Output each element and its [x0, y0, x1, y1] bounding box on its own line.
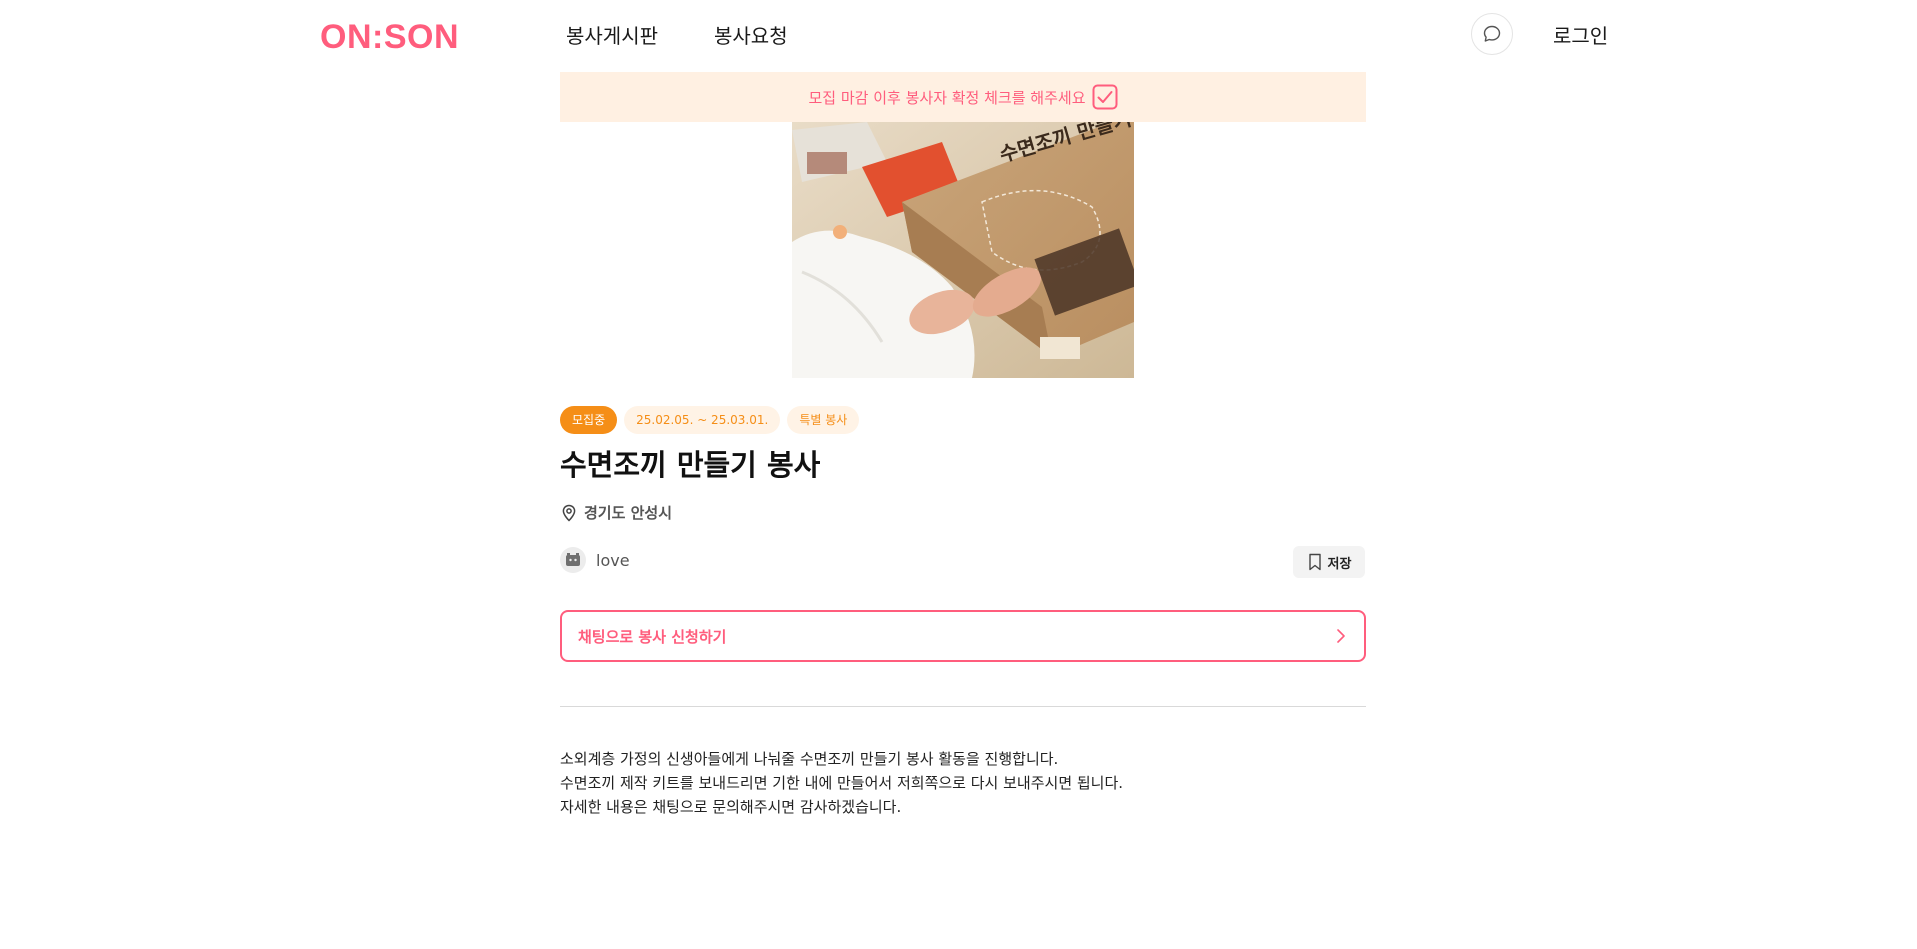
save-button[interactable]: 저장: [1293, 546, 1365, 578]
save-label: 저장: [1327, 555, 1352, 571]
apply-label: 채팅으로 봉사 신청하기: [578, 627, 727, 646]
site-header: ON:SON 봉사게시판 봉사요청 로그인: [0, 0, 1917, 72]
checkbox-check-icon[interactable]: [1092, 84, 1118, 110]
login-link[interactable]: 로그인: [1553, 22, 1608, 50]
location-text: 경기도 안성시: [584, 504, 673, 522]
content-divider: [560, 706, 1366, 707]
status-badge: 모집중: [560, 406, 618, 434]
main-nav: 봉사게시판 봉사요청: [566, 22, 788, 50]
notice-banner: 모집 마감 이후 봉사자 확정 체크를 해주세요: [560, 72, 1366, 122]
description-line: 자세한 내용은 채팅으로 문의해주시면 감사하겠습니다.: [560, 798, 902, 816]
chevron-right-icon: [1337, 629, 1345, 643]
post-badges: 모집중 25.02.05. ~ 25.03.01. 특별 봉사: [560, 406, 860, 434]
post-image: 수면조끼 만들기: [792, 122, 1134, 378]
post-author[interactable]: love: [560, 547, 630, 573]
post-title: 수면조끼 만들기 봉사: [560, 448, 821, 482]
user-avatar-icon: [566, 553, 580, 566]
location-pin-icon: [562, 504, 576, 522]
volunteer-photo: 수면조끼 만들기: [792, 122, 1134, 378]
apply-via-chat-button[interactable]: 채팅으로 봉사 신청하기: [560, 610, 1366, 662]
description-line: 수면조끼 제작 키트를 보내드리면 기한 내에 만들어서 저희쪽으로 다시 보내…: [560, 774, 1124, 792]
bookmark-icon: [1308, 553, 1321, 571]
chat-bubble-icon: [1483, 25, 1501, 42]
nav-volunteer-request[interactable]: 봉사요청: [714, 22, 788, 50]
notice-text: 모집 마감 이후 봉사자 확정 체크를 해주세요: [808, 88, 1086, 107]
chat-button[interactable]: [1471, 13, 1513, 55]
post-description: 소외계층 가정의 신생아들에게 나눠줄 수면조끼 만들기 봉사 활동을 진행합니…: [560, 747, 1366, 819]
site-logo[interactable]: ON:SON: [320, 17, 459, 57]
description-line: 소외계층 가정의 신생아들에게 나눠줄 수면조끼 만들기 봉사 활동을 진행합니…: [560, 750, 1059, 768]
avatar: [560, 547, 586, 573]
author-name: love: [596, 550, 630, 570]
post-location: 경기도 안성시: [560, 502, 672, 523]
category-badge: 특별 봉사: [787, 406, 860, 434]
period-badge: 25.02.05. ~ 25.03.01.: [624, 406, 781, 434]
nav-volunteer-board[interactable]: 봉사게시판: [566, 22, 658, 50]
